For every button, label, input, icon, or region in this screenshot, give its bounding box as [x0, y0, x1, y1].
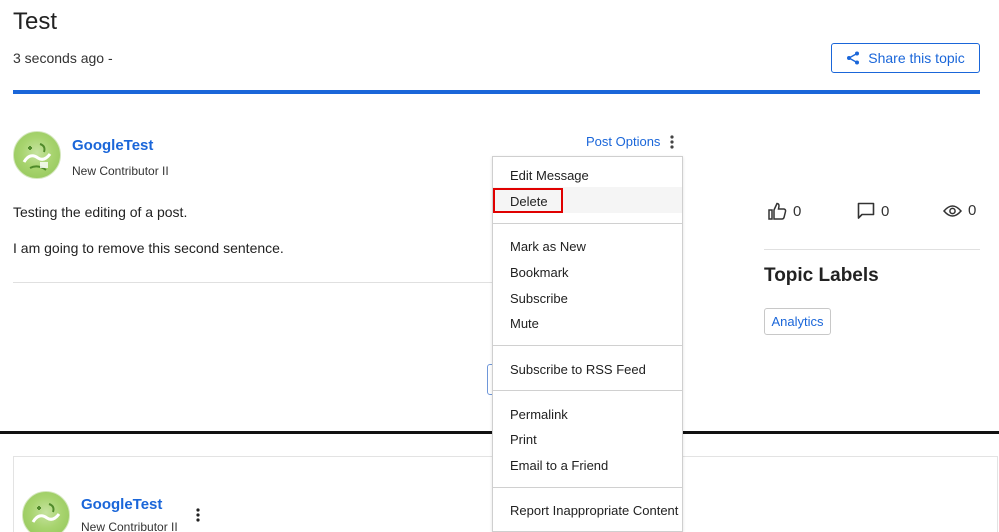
- reply-author-rank: New Contributor II: [81, 520, 178, 532]
- share-topic-label: Share this topic: [868, 50, 965, 66]
- kudos-stat[interactable]: 0: [768, 202, 801, 220]
- avatar[interactable]: [13, 131, 61, 179]
- avatar[interactable]: [22, 491, 70, 532]
- post-options-menu: Edit Message Delete Mark as New Bookmark…: [492, 156, 683, 532]
- kudos-count: 0: [793, 202, 802, 220]
- eye-icon: [943, 204, 962, 217]
- post-body-line-2: I am going to remove this second sentenc…: [13, 240, 284, 256]
- thumbs-up-icon: [768, 202, 787, 220]
- post-timestamp: 3 seconds ago -: [13, 50, 113, 66]
- menu-separator: [493, 390, 682, 391]
- author-rank: New Contributor II: [72, 164, 169, 178]
- label-analytics[interactable]: Analytics: [764, 308, 831, 335]
- topic-title: Test: [13, 8, 58, 35]
- reply-options-button[interactable]: [196, 508, 200, 527]
- share-icon: [847, 51, 860, 65]
- post-author-link[interactable]: GoogleTest: [72, 137, 153, 154]
- menu-item-bookmark[interactable]: Bookmark: [510, 265, 569, 280]
- menu-item-email-friend[interactable]: Email to a Friend: [510, 458, 608, 473]
- menu-item-print[interactable]: Print: [510, 432, 537, 447]
- replies-stat: 0: [857, 202, 889, 220]
- menu-separator: [493, 223, 682, 224]
- post-body-line-1: Testing the editing of a post.: [13, 204, 188, 220]
- menu-separator: [493, 487, 682, 488]
- post-options-label: Post Options: [586, 134, 661, 149]
- menu-item-permalink[interactable]: Permalink: [510, 407, 568, 422]
- post-options-button[interactable]: Post Options: [586, 134, 675, 149]
- comment-icon: [857, 202, 875, 219]
- share-topic-button[interactable]: Share this topic: [831, 43, 980, 73]
- topic-labels-heading: Topic Labels: [764, 265, 879, 286]
- replies-count: 0: [881, 202, 890, 220]
- kebab-menu-icon: [196, 508, 200, 522]
- menu-item-edit-message[interactable]: Edit Message: [510, 168, 589, 183]
- sidebar-divider: [764, 249, 980, 250]
- reply-author-link[interactable]: GoogleTest: [81, 496, 162, 513]
- delete-highlight-box: [493, 188, 563, 213]
- header-divider: [13, 90, 980, 94]
- views-count: 0: [968, 202, 977, 219]
- kebab-menu-icon: [670, 134, 675, 149]
- menu-item-report-content[interactable]: Report Inappropriate Content: [510, 503, 678, 518]
- views-stat: 0: [943, 202, 976, 219]
- menu-item-subscribe-rss[interactable]: Subscribe to RSS Feed: [510, 362, 646, 377]
- menu-separator: [493, 345, 682, 346]
- menu-item-mute[interactable]: Mute: [510, 316, 539, 331]
- post-divider: [13, 282, 493, 283]
- menu-item-mark-as-new[interactable]: Mark as New: [510, 239, 586, 254]
- menu-item-subscribe[interactable]: Subscribe: [510, 291, 568, 306]
